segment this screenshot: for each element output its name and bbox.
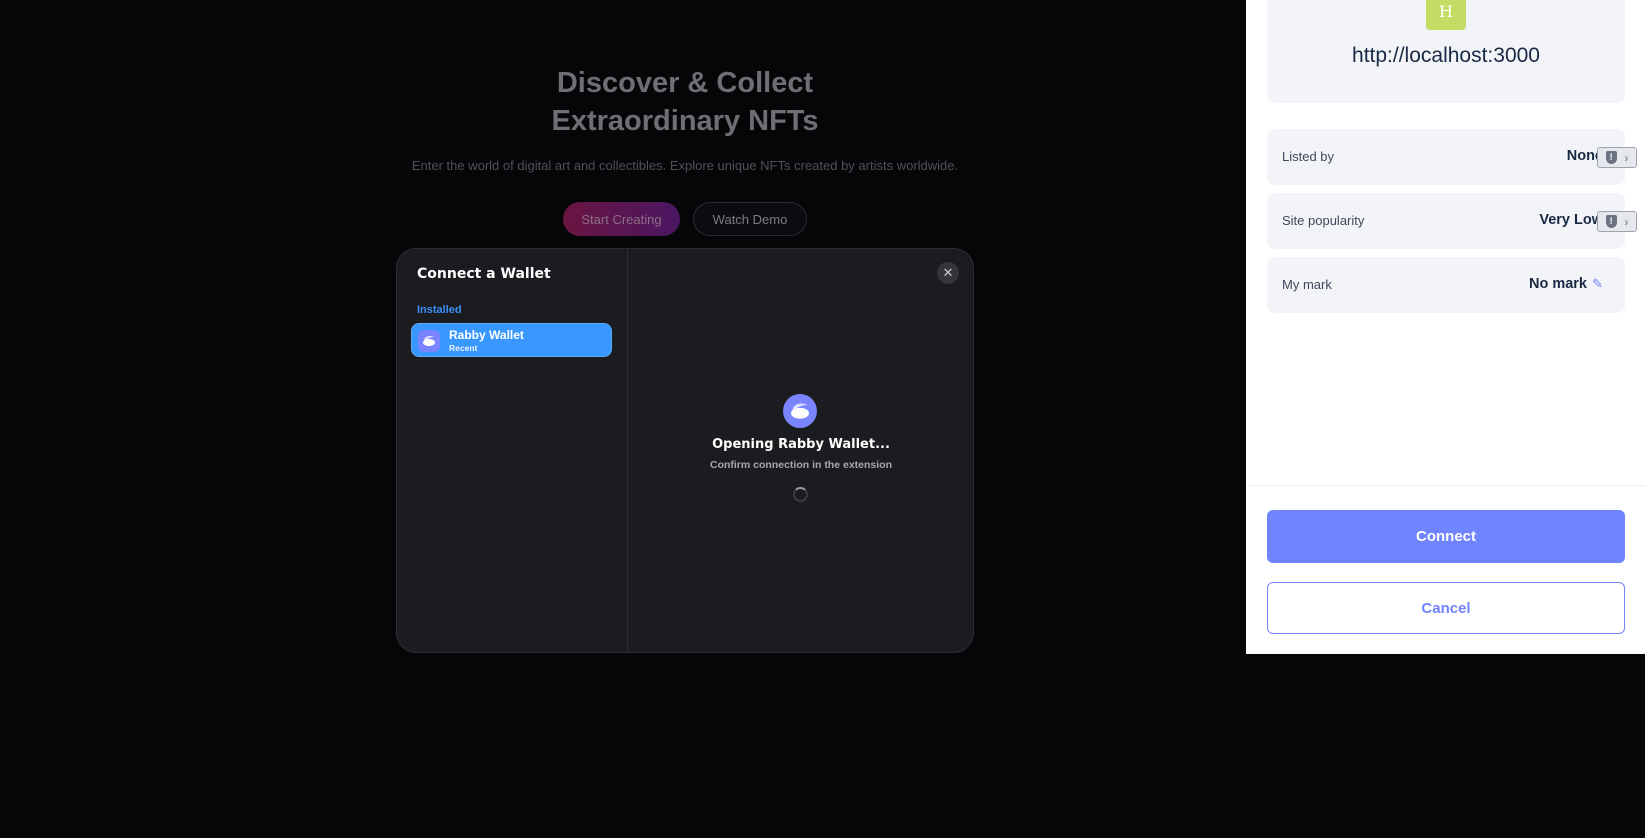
close-icon[interactable]: ✕	[937, 262, 959, 284]
connecting-panel: ✕ Opening Rabby Wallet... Confirm connec…	[628, 249, 973, 652]
watch-demo-button[interactable]: Watch Demo	[693, 202, 807, 236]
hero-title-line2: Extraordinary NFTs	[551, 105, 819, 137]
wallet-name: Rabby Wallet	[449, 328, 524, 342]
site-card: H http://localhost:3000	[1267, 0, 1625, 103]
extension-panel: H http://localhost:3000 Listed by None !…	[1246, 0, 1645, 654]
shield-icon: !	[1605, 151, 1617, 164]
chevron-right-icon: ›	[1624, 150, 1629, 165]
installed-section-label: Installed	[417, 304, 462, 316]
connecting-subtitle: Confirm connection in the extension	[709, 459, 892, 471]
wallet-recent-tag: Recent	[449, 343, 478, 353]
rabbit-icon	[418, 330, 440, 352]
wallet-option-rabby[interactable]: Rabby Wallet Recent	[411, 323, 612, 357]
rabbit-icon	[783, 394, 817, 428]
site-popularity-row: Site popularity Very Low ! ›	[1267, 193, 1637, 249]
info-tag[interactable]: ! ›	[1597, 147, 1637, 168]
info-tag[interactable]: ! ›	[1597, 211, 1637, 232]
wallet-list-panel: Connect a Wallet Installed Rabby Wallet …	[397, 249, 628, 652]
cancel-button[interactable]: Cancel	[1267, 582, 1625, 634]
connect-wallet-modal: Connect a Wallet Installed Rabby Wallet …	[396, 248, 974, 653]
hero-subtitle: Enter the world of digital art and colle…	[411, 158, 959, 173]
connect-button[interactable]: Connect	[1267, 510, 1625, 563]
site-avatar: H	[1426, 0, 1466, 30]
hero-title: Discover & Collect Extraordinary NFTs	[0, 64, 1370, 140]
chevron-right-icon: ›	[1624, 214, 1629, 229]
my-mark-value: No mark	[1528, 276, 1587, 292]
listed-by-row: Listed by None ! ›	[1267, 129, 1637, 185]
site-popularity-value: Very Low	[1539, 212, 1603, 228]
hero-title-line1: Discover & Collect	[556, 67, 814, 99]
start-creating-button[interactable]: Start Creating	[563, 202, 680, 236]
edit-pencil-icon[interactable]: ✎	[1592, 276, 1603, 292]
site-popularity-label: Site popularity	[1282, 213, 1365, 228]
shield-icon: !	[1605, 215, 1617, 228]
connecting-title: Opening Rabby Wallet...	[712, 437, 890, 452]
loading-spinner-icon	[793, 487, 808, 502]
my-mark-label: My mark	[1282, 277, 1332, 292]
listed-by-label: Listed by	[1282, 149, 1335, 164]
modal-title: Connect a Wallet	[417, 266, 551, 282]
site-url: http://localhost:3000	[1352, 44, 1540, 67]
my-mark-row: My mark No mark ✎	[1267, 257, 1625, 313]
divider	[1246, 485, 1645, 486]
